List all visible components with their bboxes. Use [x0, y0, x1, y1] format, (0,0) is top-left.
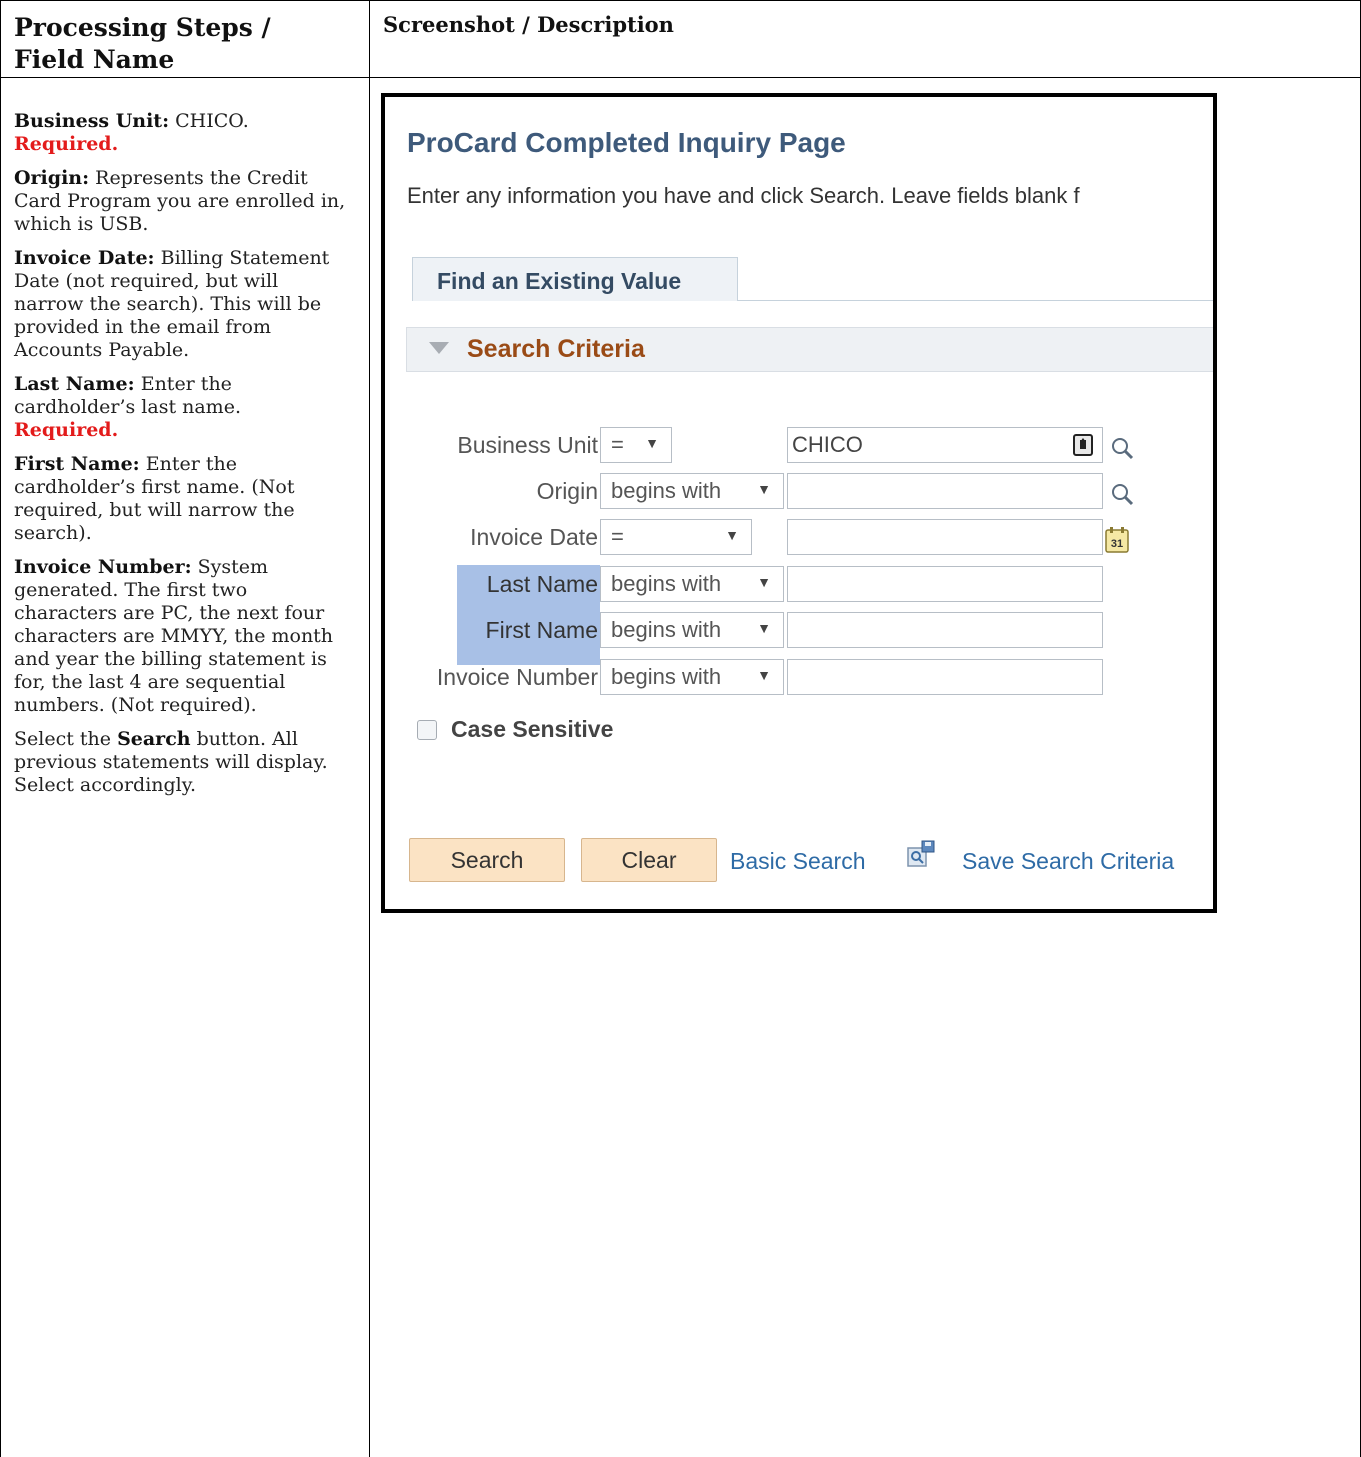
label-origin: Origin [536, 478, 598, 504]
note-label: First Name: [14, 453, 140, 475]
dropdown-arrow-icon: ▼ [757, 574, 771, 590]
label-first-name: First Name [485, 617, 598, 643]
case-sensitive-checkbox[interactable] [417, 720, 437, 740]
embedded-screenshot: ProCard Completed Inquiry Page Enter any… [381, 93, 1217, 913]
case-sensitive-label: Case Sensitive [451, 716, 614, 742]
section-label: Search Criteria [467, 335, 645, 363]
last-name-input[interactable] [787, 566, 1103, 602]
invoice-number-input[interactable] [787, 659, 1103, 695]
dropdown-arrow-icon: ▼ [757, 620, 771, 636]
operator-value: = [611, 524, 624, 549]
operator-value: begins with [611, 617, 722, 642]
note-bold: Search [117, 728, 191, 750]
note-invoice-number: Invoice Number: System generated. The fi… [14, 556, 350, 717]
business-unit-input[interactable]: CHICO [787, 427, 1103, 463]
operator-value: = [611, 432, 624, 457]
table-border-left [0, 0, 1, 1457]
note-label: Invoice Date: [14, 247, 155, 269]
note-label: Last Name: [14, 373, 135, 395]
field-notes: Business Unit: CHICO. Required. Origin: R… [14, 110, 350, 808]
document-table: Processing Steps / Field Name Screenshot… [0, 0, 1361, 1457]
search-criteria-section[interactable]: Search Criteria [406, 327, 1213, 372]
lookup-search-icon[interactable] [1110, 436, 1134, 460]
column-header-screenshot: Screenshot / Description [383, 12, 674, 37]
note-text: System generated. The first two characte… [14, 556, 334, 716]
label-invoice-date: Invoice Date [470, 524, 598, 550]
required-flag: Required. [14, 419, 119, 441]
lookup-search-icon[interactable] [1110, 482, 1134, 506]
note-label: Origin: [14, 167, 90, 189]
label-invoice-number: Invoice Number [436, 664, 598, 690]
operator-select-origin[interactable]: begins with ▼ [600, 473, 784, 509]
page-title: ProCard Completed Inquiry Page [407, 127, 846, 158]
operator-select-invoice-number[interactable]: begins with ▼ [600, 659, 784, 695]
note-first-name: First Name: Enter the cardholder’s first… [14, 453, 350, 545]
save-search-icon[interactable] [906, 840, 936, 868]
dropdown-arrow-icon: ▼ [725, 527, 739, 543]
table-border-top [0, 0, 1361, 1]
operator-select-first-name[interactable]: begins with ▼ [600, 612, 784, 648]
note-label: Invoice Number: [14, 556, 192, 578]
operator-select-invoice-date[interactable]: = ▼ [600, 519, 752, 555]
note-business-unit: Business Unit: CHICO. Required. [14, 110, 350, 156]
search-instructions: Enter any information you have and click… [407, 183, 1080, 208]
note-search-instruction: Select the Search button. All previous s… [14, 728, 350, 797]
tab-underline [738, 300, 1213, 301]
label-business-unit: Business Unit [457, 432, 598, 458]
operator-value: begins with [611, 478, 722, 503]
note-text: CHICO. [169, 110, 249, 132]
collapse-triangle-icon[interactable] [429, 342, 449, 354]
operator-select-business-unit[interactable]: = ▼ [600, 427, 672, 463]
calendar-day-label: 31 [1111, 538, 1123, 550]
input-value: CHICO [792, 432, 863, 457]
calendar-icon[interactable]: 31 [1105, 527, 1129, 553]
tab-find-existing-value[interactable]: Find an Existing Value [412, 257, 738, 301]
required-flag: Required. [14, 133, 119, 155]
operator-value: begins with [611, 664, 722, 689]
basic-search-link[interactable]: Basic Search [730, 848, 866, 875]
column-header-steps: Processing Steps / Field Name [14, 13, 271, 74]
clear-button[interactable]: Clear [581, 838, 717, 882]
operator-value: begins with [611, 571, 722, 596]
invoice-date-input[interactable] [787, 519, 1103, 555]
column-divider [369, 0, 370, 1457]
dropdown-arrow-icon: ▼ [645, 435, 659, 451]
dropdown-arrow-icon: ▼ [757, 667, 771, 683]
origin-input[interactable] [787, 473, 1103, 509]
tab-label: Find an Existing Value [437, 268, 682, 294]
dropdown-arrow-icon: ▼ [757, 481, 771, 497]
search-button[interactable]: Search [409, 838, 565, 882]
note-invoice-date: Invoice Date: Billing Statement Date (no… [14, 247, 350, 362]
operator-select-last-name[interactable]: begins with ▼ [600, 566, 784, 602]
note-text: Select the [14, 728, 118, 750]
save-search-criteria-link[interactable]: Save Search Criteria [962, 848, 1174, 875]
prompt-list-icon[interactable] [1073, 434, 1093, 456]
header-divider [0, 77, 1361, 78]
label-last-name: Last Name [486, 571, 598, 597]
note-last-name: Last Name: Enter the cardholder’s last n… [14, 373, 350, 442]
note-label: Business Unit: [14, 110, 170, 132]
first-name-input[interactable] [787, 612, 1103, 648]
note-origin: Origin: Represents the Credit Card Progr… [14, 167, 350, 236]
